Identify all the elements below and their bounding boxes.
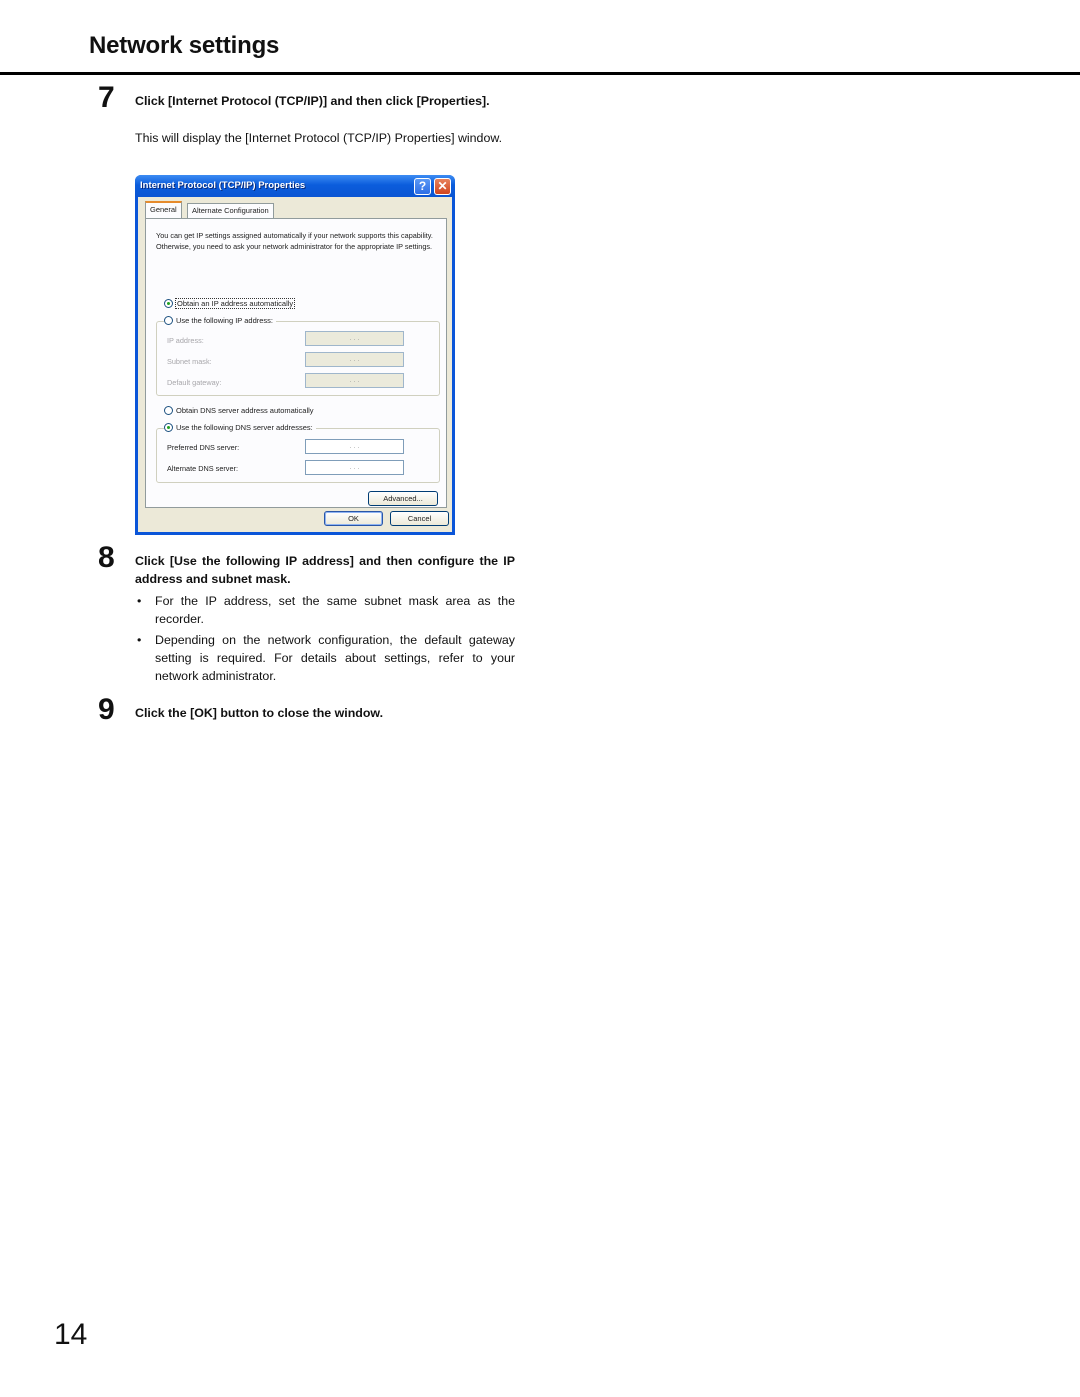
subnet-mask-value: . . .: [349, 356, 360, 363]
dialog-title: Internet Protocol (TCP/IP) Properties: [140, 180, 306, 191]
radio-checked-icon: [164, 423, 173, 432]
tcpip-properties-dialog: Internet Protocol (TCP/IP) Properties ? …: [135, 175, 455, 535]
radio-checked-icon: [164, 299, 173, 308]
radio-label: Use the following DNS server addresses:: [176, 423, 313, 432]
dialog-client: General Alternate Configuration You can …: [138, 197, 452, 532]
advanced-button[interactable]: Advanced...: [368, 491, 438, 506]
step-9-heading: Click the [OK] button to close the windo…: [135, 706, 384, 720]
default-gateway-field[interactable]: . . .: [305, 373, 404, 388]
radio-unchecked-icon: [164, 316, 173, 325]
bullet-item: • For the IP address, set the same subnet…: [135, 592, 515, 628]
tab-general[interactable]: General: [145, 201, 182, 218]
radio-label: Obtain DNS server address automatically: [176, 406, 314, 415]
bullet-item: • Depending on the network configuration,…: [135, 631, 515, 685]
default-gateway-label: Default gateway:: [167, 378, 222, 387]
step-8-bullets: • For the IP address, set the same subnet…: [135, 592, 515, 688]
dialog-titlebar: Internet Protocol (TCP/IP) Properties ? …: [135, 175, 455, 197]
bullet-icon: •: [137, 633, 142, 647]
page-number: 14: [54, 1318, 88, 1351]
alternate-dns-field[interactable]: . . .: [305, 460, 404, 475]
ok-button[interactable]: OK: [324, 511, 383, 526]
radio-unchecked-icon: [164, 406, 173, 415]
alternate-dns-label: Alternate DNS server:: [167, 464, 238, 473]
subnet-mask-label: Subnet mask:: [167, 357, 212, 366]
step-7-body: This will display the [Internet Protocol…: [135, 131, 503, 145]
bullet-icon: •: [137, 594, 142, 608]
ip-address-value: . . .: [349, 335, 360, 342]
radio-use-following-dns[interactable]: Use the following DNS server addresses:: [164, 423, 316, 432]
radio-use-following-ip[interactable]: Use the following IP address:: [164, 316, 276, 325]
alternate-dns-value: . . .: [349, 464, 360, 471]
preferred-dns-label: Preferred DNS server:: [167, 443, 240, 452]
general-tab-panel: You can get IP settings assigned automat…: [145, 218, 447, 508]
page-title: Network settings: [89, 32, 280, 59]
intro-text: You can get IP settings assigned automat…: [156, 231, 433, 251]
step-8-heading: Click [Use the following IP address] and…: [135, 554, 515, 586]
help-icon[interactable]: ?: [414, 178, 431, 195]
radio-label: Use the following IP address:: [176, 316, 273, 325]
subnet-mask-field[interactable]: . . .: [305, 352, 404, 367]
ip-address-label: IP address:: [167, 336, 204, 345]
step-number-7: 7: [98, 81, 115, 114]
step-7-heading: Click [Internet Protocol (TCP/IP)] and t…: [135, 94, 490, 108]
dns-groupbox: Preferred DNS server: . . . Alternate DN…: [156, 428, 440, 483]
bullet-text: For the IP address, set the same subnet …: [155, 594, 515, 626]
radio-label: Obtain an IP address automatically: [174, 298, 296, 309]
radio-obtain-dns-auto[interactable]: Obtain DNS server address automatically: [164, 406, 314, 415]
step-number-8: 8: [98, 541, 115, 574]
step-number-9: 9: [98, 693, 115, 726]
preferred-dns-field[interactable]: . . .: [305, 439, 404, 454]
radio-obtain-ip-auto[interactable]: Obtain an IP address automatically: [164, 298, 296, 309]
bullet-text: Depending on the network configuration, …: [155, 633, 515, 683]
ip-address-field[interactable]: . . .: [305, 331, 404, 346]
title-rule: [0, 72, 1080, 75]
tab-alternate-configuration[interactable]: Alternate Configuration: [187, 203, 274, 218]
ip-groupbox: IP address: . . . Subnet mask: . . . Def…: [156, 321, 440, 396]
default-gateway-value: . . .: [349, 377, 360, 384]
close-icon[interactable]: ✕: [434, 178, 451, 195]
preferred-dns-value: . . .: [349, 443, 360, 450]
cancel-button[interactable]: Cancel: [390, 511, 449, 526]
